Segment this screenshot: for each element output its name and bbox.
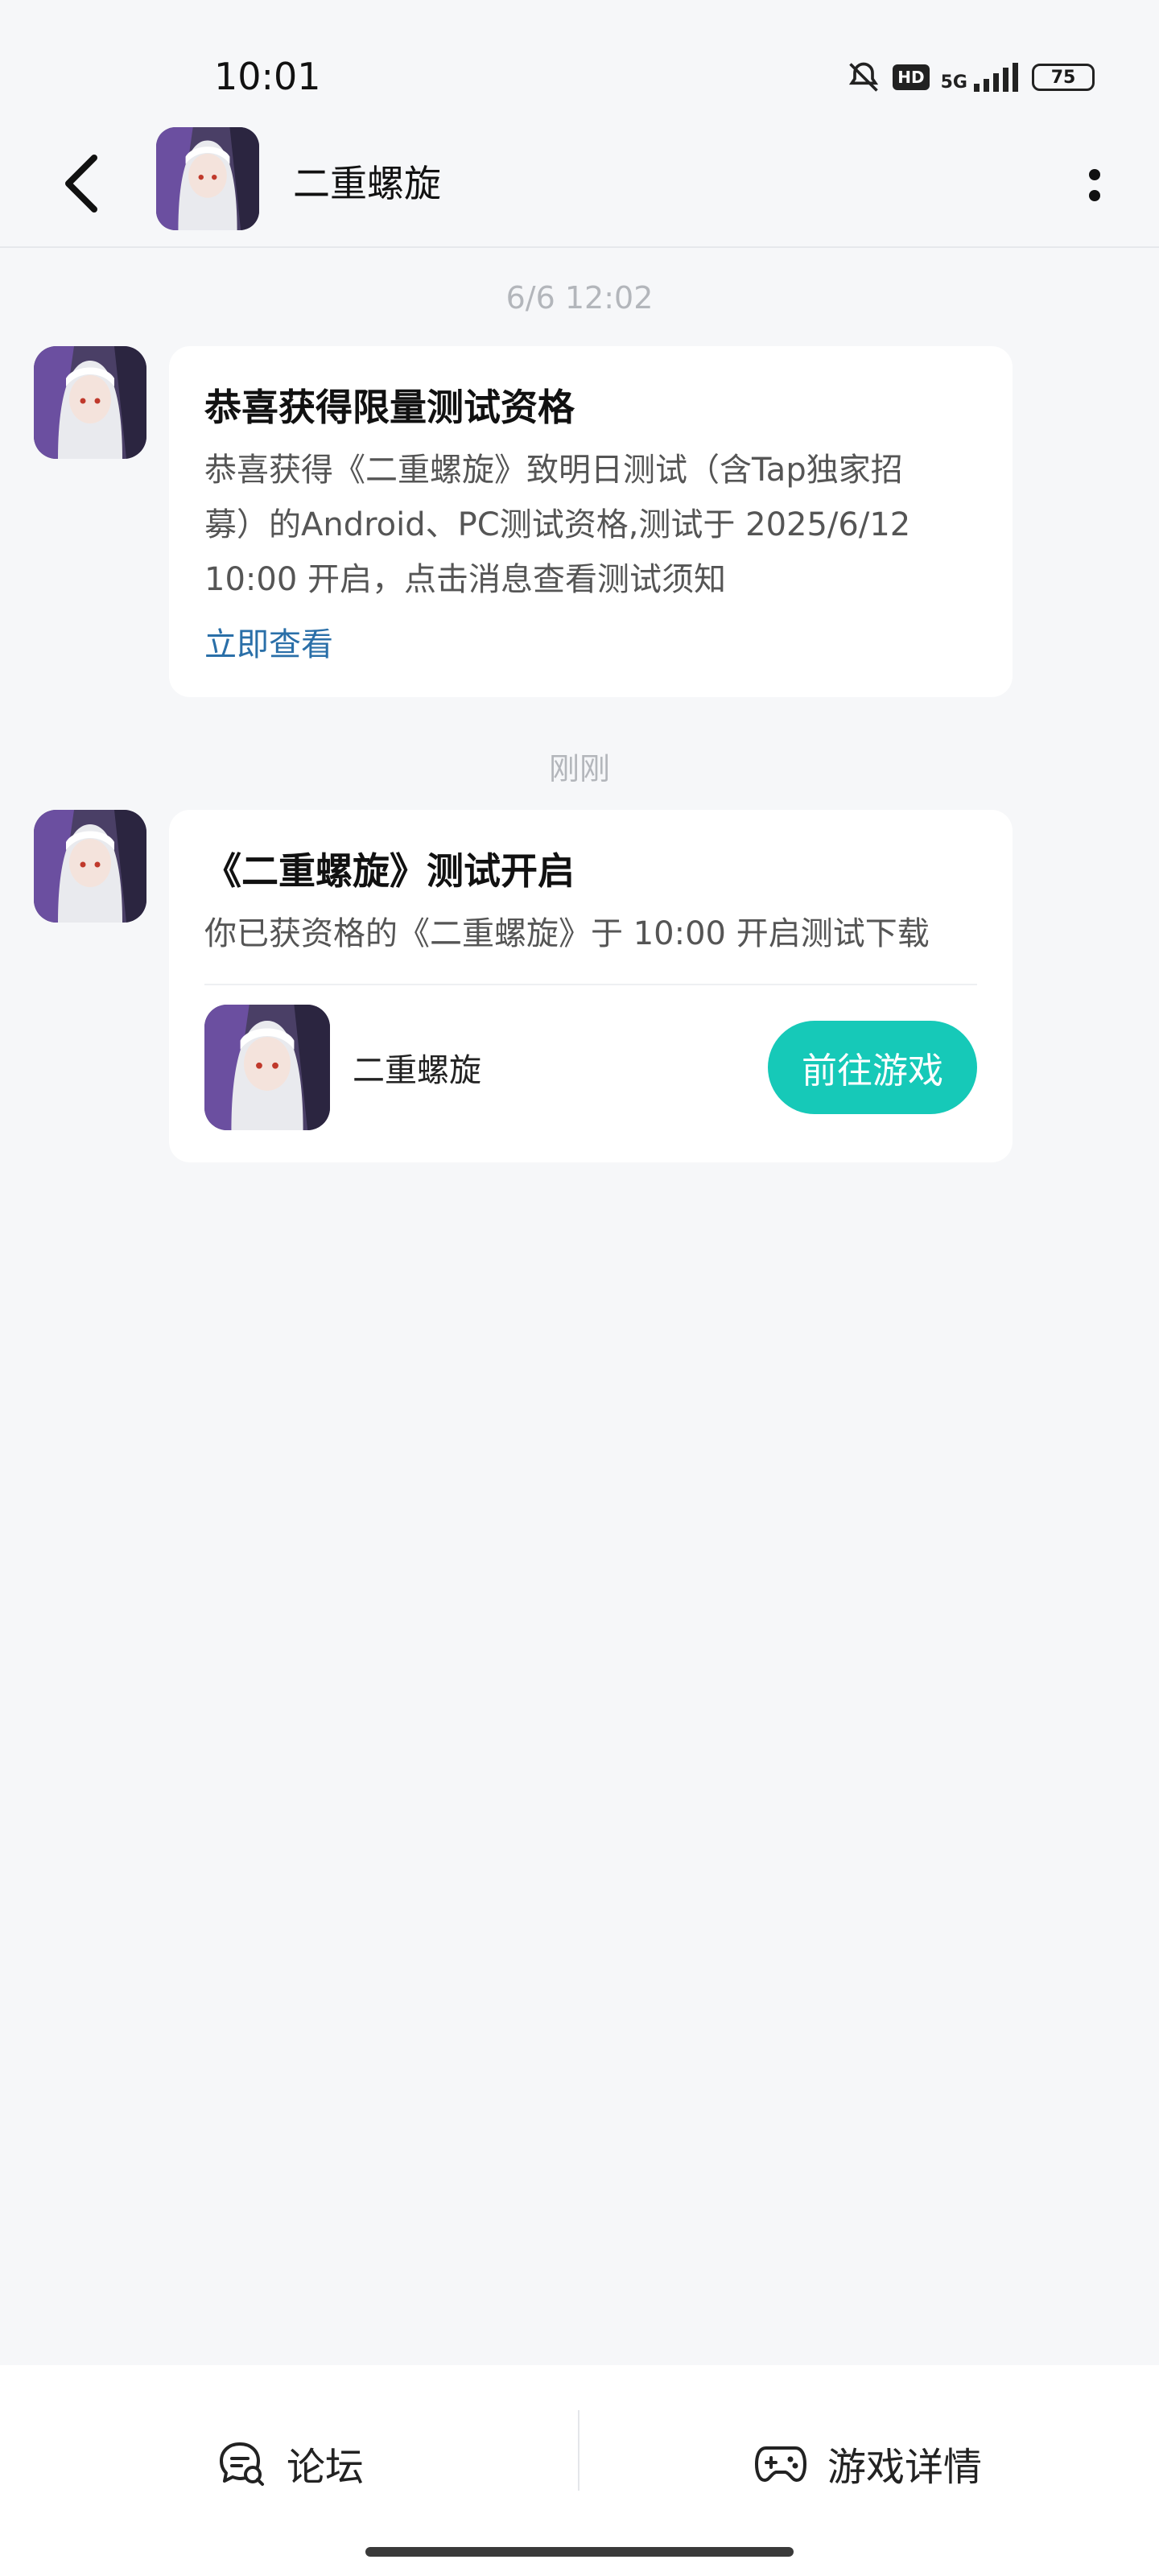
mute-icon [846,60,881,95]
message-body: 你已获资格的《二重螺旋》于 10:00 开启测试下载 [204,915,930,952]
page-title: 二重螺旋 [293,162,441,205]
status-time: 10:01 [214,55,321,98]
game-name: 二重螺旋 [353,1052,481,1089]
view-now-link[interactable]: 立即查看 [204,618,977,665]
hd-icon: HD [893,64,930,90]
network-label: 5G [940,72,967,93]
status-icons: HD 5G 75 [846,60,1095,95]
forum-chat-icon [217,2439,266,2487]
more-vertical-icon [1087,165,1103,205]
status-bar: 10:01 HD 5G 75 [0,0,1159,121]
game-avatar[interactable] [156,127,259,230]
message-card[interactable]: 恭喜获得限量测试资格 恭喜获得《二重螺旋》致明日测试（含Tap独家招 募）的An… [169,346,1013,697]
gamepad-icon [755,2443,806,2483]
message-title: 《二重螺旋》测试开启 [204,849,575,893]
message-card[interactable]: 《二重螺旋》测试开启 你已获资格的《二重螺旋》于 10:00 开启测试下载 二重… [169,810,1013,1162]
game-row[interactable]: 二重螺旋 前往游戏 [204,1005,977,1130]
message-body: 恭喜获得《二重螺旋》致明日测试（含Tap独家招 募）的Android、PC测试资… [204,443,977,607]
card-divider [204,984,977,985]
back-button[interactable] [48,143,113,224]
battery-level: 75 [1050,67,1076,88]
tab-forum[interactable]: 论坛 [217,2423,364,2504]
tab-game-details[interactable]: 游戏详情 [755,2423,982,2504]
signal-icon: 5G [941,63,1021,92]
bottom-bar: 论坛 游戏详情 [0,2365,1159,2576]
go-to-game-button[interactable]: 前往游戏 [768,1021,977,1114]
chevron-left-icon [60,153,101,214]
tab-separator [578,2410,580,2491]
message-title: 恭喜获得限量测试资格 [204,386,575,429]
tab-game-details-label: 游戏详情 [827,2445,983,2490]
app-bar: 二重螺旋 [0,121,1159,248]
sender-avatar [34,810,146,923]
home-indicator[interactable] [365,2547,794,2557]
sender-avatar [34,346,146,459]
battery-icon: 75 [1032,64,1095,91]
message-timestamp: 刚刚 [548,751,610,786]
more-button[interactable] [1062,145,1127,225]
message-body-line: 10:00 开启，点击消息查看测试须知 [204,561,726,598]
message-timestamp: 6/6 12:02 [505,280,654,316]
message-body-line: 募）的Android、PC测试资格,测试于 2025/6/12 [204,506,911,543]
tab-forum-label: 论坛 [287,2445,365,2490]
message-body-line: 恭喜获得《二重螺旋》致明日测试（含Tap独家招 [204,452,903,489]
game-icon[interactable] [204,1005,330,1130]
